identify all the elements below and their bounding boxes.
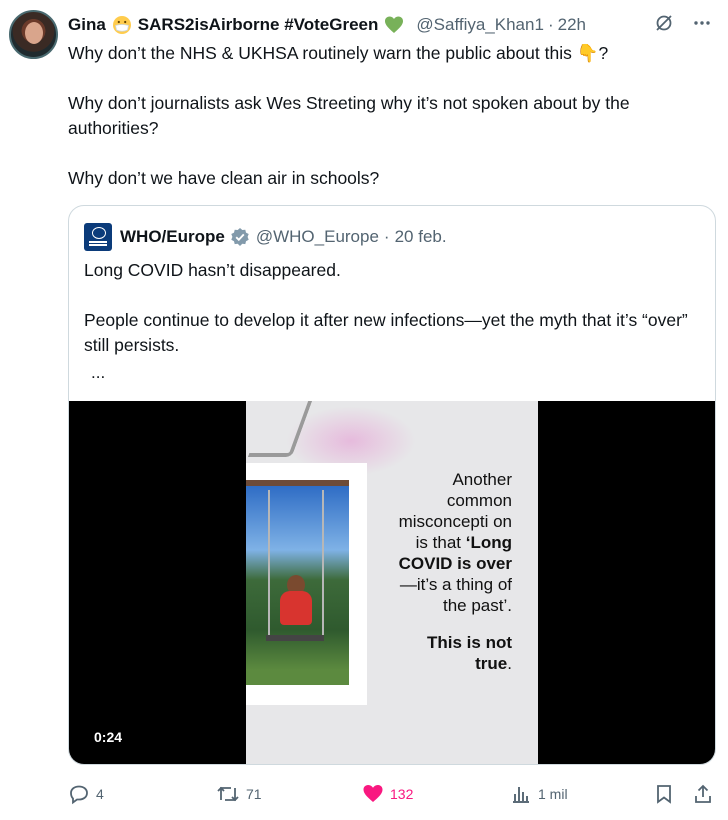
repost-button[interactable]: 71 <box>216 782 262 806</box>
video-timestamp: 0:24 <box>94 729 123 745</box>
who-logo-icon <box>84 223 112 251</box>
slide-line: . <box>507 654 512 673</box>
quoted-post-text: Long COVID hasn’t disappeared. People co… <box>84 258 704 358</box>
action-bar: 4 71 132 1 mil <box>68 782 716 806</box>
slide-paragraph-1: Another common misconcepti on is that ‘L… <box>392 469 512 616</box>
reply-count: 4 <box>96 786 104 802</box>
quoted-post-date[interactable]: 20 feb. <box>395 227 447 247</box>
quoted-post-header: WHO/Europe @WHO_Europe · 20 feb. <box>84 223 447 251</box>
green-heart-icon <box>385 16 404 33</box>
swing-seat <box>266 635 324 641</box>
verified-badge-icon <box>231 228 249 246</box>
more-icon[interactable] <box>692 13 712 38</box>
quoted-paragraph: Long COVID hasn’t disappeared. <box>84 260 341 280</box>
mask-emoji-icon <box>112 16 131 34</box>
author-handle[interactable]: @Saffiya_Khan1 <box>416 15 544 35</box>
separator-dot: · <box>547 15 554 34</box>
polaroid-photo <box>246 463 367 705</box>
share-icon <box>695 784 711 803</box>
post-top-icons <box>654 13 712 38</box>
view-count: 1 mil <box>538 786 568 802</box>
grok-icon[interactable] <box>654 13 674 38</box>
repost-icon <box>217 786 239 802</box>
show-more-ellipsis[interactable]: ... <box>91 363 105 383</box>
like-count: 132 <box>390 786 414 802</box>
swing-rope <box>268 490 270 640</box>
post-paragraph: Why don’t we have clean air in schools? <box>68 168 380 188</box>
like-button[interactable]: 132 <box>362 782 413 806</box>
child-figure <box>280 575 312 635</box>
post-text: Why don’t the NHS & UKHSA routinely warn… <box>68 41 708 191</box>
quoted-author-handle[interactable]: @WHO_Europe <box>256 227 379 247</box>
swing-photo <box>246 480 349 685</box>
swing-rope <box>322 490 324 640</box>
author-avatar[interactable] <box>9 10 58 59</box>
author-name-rest[interactable]: SARS2isAirborne #VoteGreen <box>138 15 379 35</box>
post-time[interactable]: 22h <box>558 15 586 35</box>
author-name[interactable]: Gina <box>68 15 106 35</box>
slide-bold: This is not true <box>427 633 512 673</box>
video-player[interactable]: Another common misconcepti on is that ‘L… <box>69 401 715 764</box>
heart-icon <box>363 785 383 802</box>
reply-icon <box>70 785 88 805</box>
video-frame: Another common misconcepti on is that ‘L… <box>246 401 538 764</box>
post-header: Gina SARS2isAirborne #VoteGreen @Saffiya… <box>68 13 586 37</box>
separator-dot: · <box>383 227 390 246</box>
quoted-post[interactable]: WHO/Europe @WHO_Europe · 20 feb. Long CO… <box>68 205 716 765</box>
slide-line: —it’s a thing of the past’. <box>399 575 512 615</box>
post-paragraph: Why don’t journalists ask Wes Streeting … <box>68 93 630 138</box>
post-paragraph: Why don’t the NHS & UKHSA routinely warn… <box>68 43 609 63</box>
repost-count: 71 <box>246 786 262 802</box>
bookmark-button[interactable] <box>653 782 675 806</box>
slide-text: Another common misconcepti on is that ‘L… <box>392 469 512 674</box>
quoted-author-name[interactable]: WHO/Europe <box>120 227 225 247</box>
views-button[interactable]: 1 mil <box>510 782 568 806</box>
bookmark-icon <box>657 785 671 804</box>
share-button[interactable] <box>692 782 714 806</box>
reply-button[interactable]: 4 <box>68 782 104 806</box>
quoted-paragraph: People continue to develop it after new … <box>84 310 688 355</box>
slide-paragraph-2: This is not true. <box>392 632 512 674</box>
views-icon <box>513 787 529 803</box>
